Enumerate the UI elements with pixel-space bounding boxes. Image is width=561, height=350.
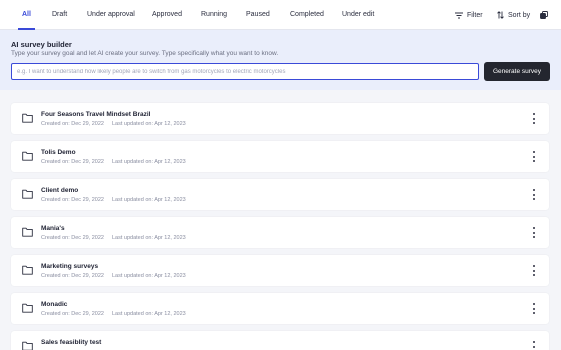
survey-card[interactable]: Four Seasons Travel Mindset Brazil Creat… [11,103,549,134]
sort-button[interactable]: Sort by [497,0,530,30]
survey-dates: Created on: Dec 29, 2022 Last updated on:… [41,235,186,241]
survey-card[interactable]: Mania's Created on: Dec 29, 2022 Last upd… [11,217,549,248]
survey-goal-input[interactable] [11,63,479,80]
survey-name: Four Seasons Travel Mindset Brazil [41,111,151,118]
sort-label: Sort by [508,11,531,19]
survey-name: Mania's [41,225,65,232]
survey-card[interactable]: Marketing surveys Created on: Dec 29, 20… [11,255,549,286]
tab-running[interactable]: Running [201,0,227,30]
survey-card[interactable]: Monadic Created on: Dec 29, 2022 Last upd… [11,293,549,324]
survey-card[interactable]: Sales feasiblity test [11,331,549,350]
created-date: Created on: Dec 29, 2022 [41,121,104,127]
survey-dates: Created on: Dec 29, 2022 Last updated on:… [41,311,186,317]
filter-lines-icon [455,12,463,18]
survey-card[interactable]: Client demo Created on: Dec 29, 2022 Last… [11,179,549,210]
tab-under-edit[interactable]: Under edit [342,0,374,30]
survey-name: Monadic [41,301,68,308]
view-toggle-button[interactable] [540,0,552,30]
updated-date: Last updated on: Apr 12, 2023 [112,273,186,279]
tab-all[interactable]: All [18,0,35,30]
survey-dates: Created on: Dec 29, 2022 Last updated on:… [41,159,186,165]
more-options-icon[interactable] [530,341,538,350]
created-date: Created on: Dec 29, 2022 [41,235,104,241]
folder-icon [22,189,33,199]
tab-under-approval[interactable]: Under approval [87,0,135,30]
generate-survey-button[interactable]: Generate survey [484,62,550,81]
survey-dates: Created on: Dec 29, 2022 Last updated on:… [41,121,186,127]
top-bar: All Draft Under approval Approved Runnin… [0,0,561,30]
survey-name: Sales feasiblity test [41,339,102,346]
survey-name: Client demo [41,187,79,194]
survey-dates: Created on: Dec 29, 2022 Last updated on:… [41,273,186,279]
stack-icon [540,11,548,19]
sort-arrows-icon [497,11,504,19]
tab-approved[interactable]: Approved [152,0,182,30]
created-date: Created on: Dec 29, 2022 [41,311,104,317]
folder-icon [22,341,33,350]
updated-date: Last updated on: Apr 12, 2023 [112,197,186,203]
builder-title: AI survey builder [11,40,72,49]
survey-name: Tolis Demo [41,149,76,156]
tab-draft[interactable]: Draft [52,0,67,30]
filter-button[interactable]: Filter [455,0,483,30]
created-date: Created on: Dec 29, 2022 [41,197,104,203]
updated-date: Last updated on: Apr 12, 2023 [112,121,186,127]
survey-name: Marketing surveys [41,263,99,270]
more-options-icon[interactable] [530,151,538,162]
updated-date: Last updated on: Apr 12, 2023 [112,311,186,317]
ai-survey-builder: AI survey builder Type your survey goal … [0,30,561,90]
folder-icon [22,113,33,123]
folder-icon [22,151,33,161]
created-date: Created on: Dec 29, 2022 [41,159,104,165]
more-options-icon[interactable] [530,265,538,276]
more-options-icon[interactable] [530,227,538,238]
tab-completed[interactable]: Completed [290,0,324,30]
tab-paused[interactable]: Paused [246,0,270,30]
created-date: Created on: Dec 29, 2022 [41,273,104,279]
folder-icon [22,303,33,313]
more-options-icon[interactable] [530,189,538,200]
folder-icon [22,265,33,275]
survey-dates: Created on: Dec 29, 2022 Last updated on:… [41,197,186,203]
survey-card[interactable]: Tolis Demo Created on: Dec 29, 2022 Last … [11,141,549,172]
folder-icon [22,227,33,237]
builder-subtitle: Type your survey goal and let AI create … [11,50,279,57]
more-options-icon[interactable] [530,303,538,314]
more-options-icon[interactable] [530,113,538,124]
updated-date: Last updated on: Apr 12, 2023 [112,235,186,241]
filter-label: Filter [467,11,483,19]
updated-date: Last updated on: Apr 12, 2023 [112,159,186,165]
